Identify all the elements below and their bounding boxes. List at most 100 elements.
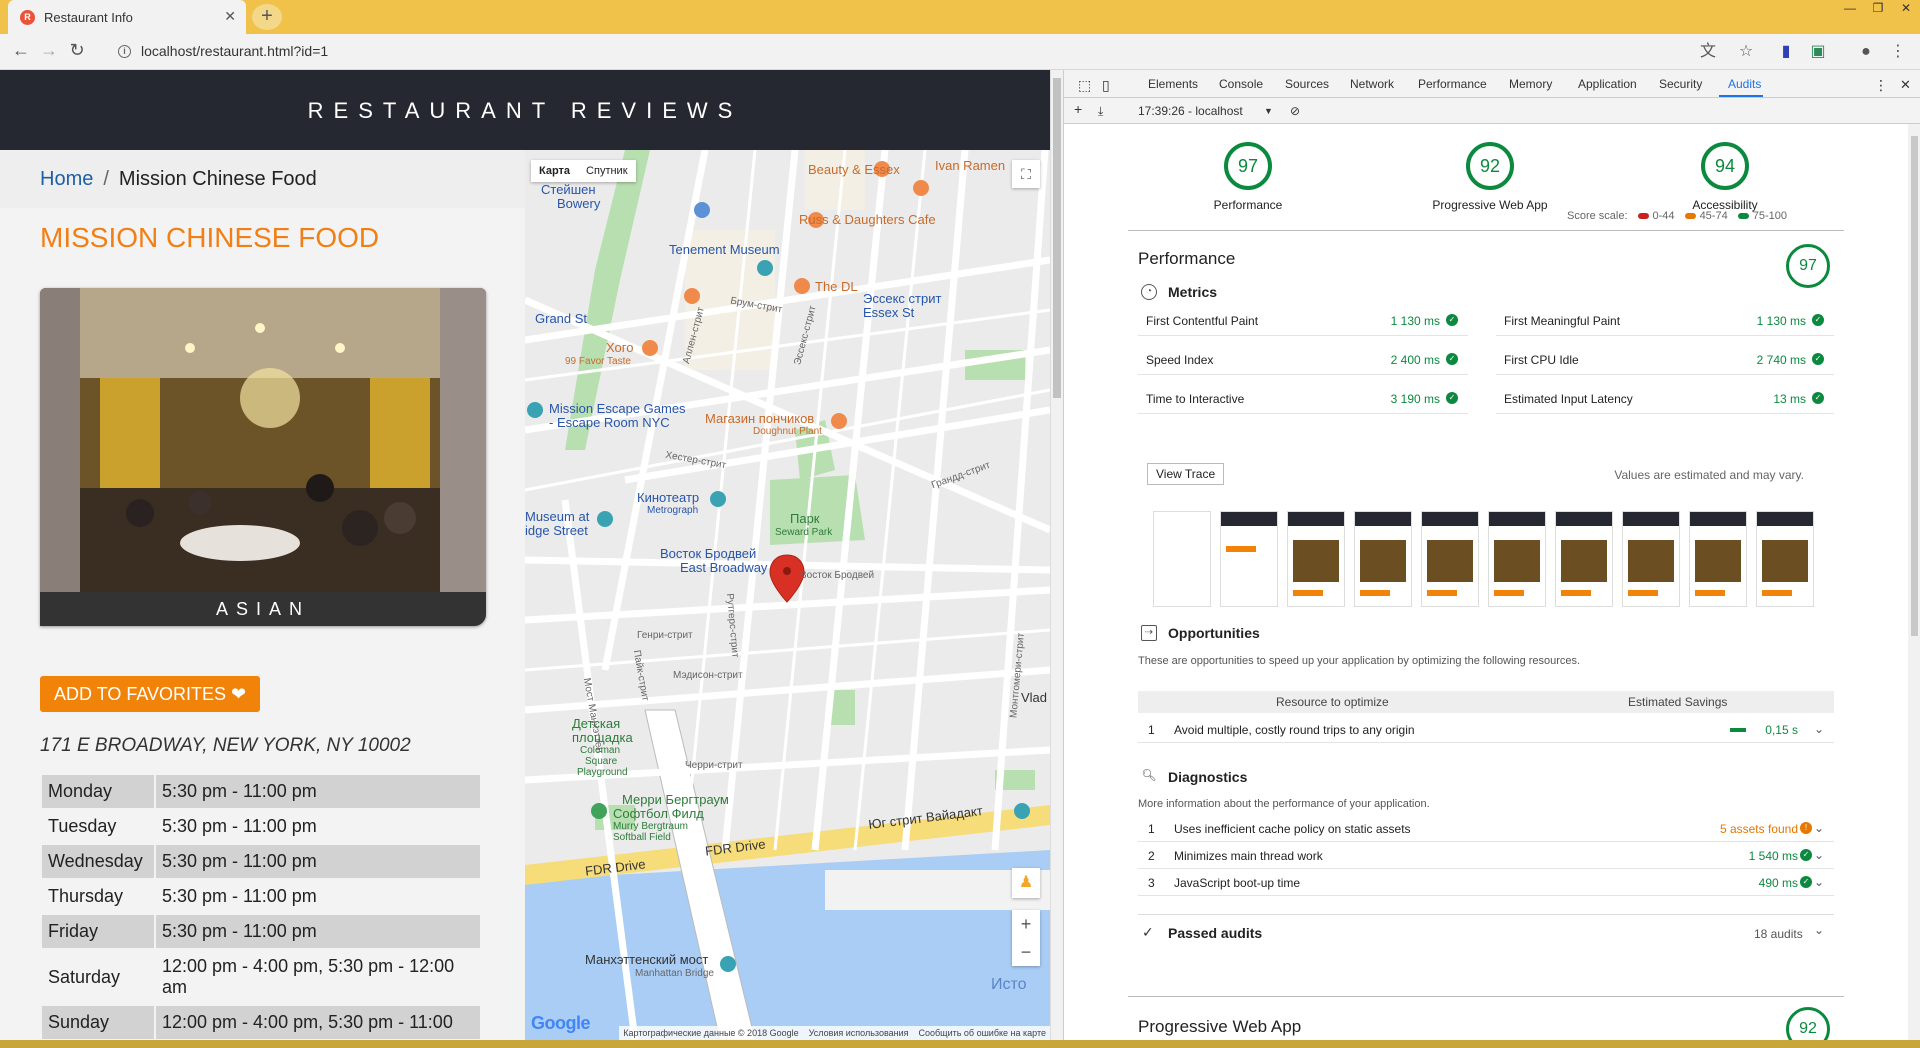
diagnostic-row[interactable]: 2 Minimizes main thread work 1 540 ms ✓ … [1138,843,1834,869]
report-selector[interactable]: 17:39:26 - localhost [1138,104,1243,118]
map-label: Vlad [1021,690,1048,705]
browser-tab[interactable]: R Restaurant Info ✕ [8,0,246,34]
expand-chevron-icon[interactable]: ⌄ [1814,821,1824,835]
site-info-icon[interactable]: i [118,45,131,58]
forward-arrow-icon[interactable]: → [38,40,60,61]
devtools-menu-kebab-icon[interactable]: ⋮ [1874,77,1888,94]
page-scrollbar[interactable] [1050,70,1063,1040]
close-tab-icon[interactable]: ✕ [224,8,236,25]
score-swatch-mid [1684,213,1696,220]
opportunity-row[interactable]: 1 Avoid multiple, costly round trips to … [1138,717,1834,743]
audits-toolbar: + ⤓ 17:39:26 - localhost ▼ ⊘ [1064,98,1920,124]
tab-console[interactable]: Console [1219,77,1263,91]
diagnostic-row[interactable]: 3 JavaScript boot-up time 490 ms ✓ ⌄ [1138,870,1834,896]
tab-elements[interactable]: Elements [1148,77,1198,91]
opportunities-table-header: Resource to optimize Estimated Savings [1138,691,1834,713]
passed-audits-count: 18 audits [1754,927,1803,941]
diagnostics-description: More information about the performance o… [1138,798,1430,810]
minimize-window-icon[interactable]: — [1836,0,1864,20]
pwa-score: 92 [1466,142,1514,190]
pwa-gauge[interactable]: 92 Progressive Web App [1425,142,1555,212]
score-scale-mid: 45-74 [1684,210,1728,222]
bookmark-star-icon[interactable]: ☆ [1736,42,1756,62]
score-range-high: 75-100 [1752,210,1787,222]
metric-name: First Contentful Paint [1146,314,1259,328]
zoom-in-button[interactable]: + [1012,910,1040,938]
map-label: Russ & Daughters Cafe [799,212,936,227]
fullscreen-icon[interactable]: ⛶ [1012,160,1040,188]
performance-gauge[interactable]: 97 Performance [1188,142,1308,212]
reload-icon[interactable]: ↻ [66,40,88,61]
tab-application[interactable]: Application [1578,77,1637,91]
gauge-label: Progressive Web App [1432,198,1548,212]
map-type-satellite-button[interactable]: Спутник [578,160,635,182]
expand-chevron-icon[interactable]: ⌄ [1814,875,1824,889]
opening-hours-table: Monday 5:30 pm - 11:00 pm Tuesday 5:30 pm … [40,773,482,1040]
hours-day: Monday [42,775,154,808]
tab-network[interactable]: Network [1350,77,1394,91]
hours-day: Thursday [42,880,154,913]
opportunity-text: Avoid multiple, costly round trips to an… [1174,723,1415,737]
street-view-pegman-icon[interactable]: ♟ [1012,868,1040,898]
hours-row: Tuesday 5:30 pm - 11:00 pm [42,810,480,843]
accessibility-gauge[interactable]: 94 Accessibility [1665,142,1785,212]
metric-name: Estimated Input Latency [1504,392,1633,406]
map-label: Museum at [525,509,590,524]
google-map[interactable]: Стейшен Bowery Beauty & Essex Ivan Ramen… [525,150,1050,1040]
close-devtools-icon[interactable]: ✕ [1900,77,1911,93]
close-window-icon[interactable]: ✕ [1892,0,1920,20]
map-terms-link[interactable]: Условия использования [809,1028,909,1038]
download-report-icon[interactable]: ⤓ [1098,104,1103,119]
hours-row: Monday 5:30 pm - 11:00 pm [42,775,480,808]
back-arrow-icon[interactable]: ← [10,40,32,61]
expand-chevron-icon[interactable]: ⌄ [1814,848,1824,862]
view-trace-button[interactable]: View Trace [1147,463,1225,485]
zoom-out-button[interactable]: − [1012,938,1040,966]
map-label: Кинотеатр [637,490,700,505]
map-label: Манхэттенский мост [585,952,709,967]
site-header: RESTAURANT REVIEWS [0,70,1050,150]
site-title[interactable]: RESTAURANT REVIEWS [0,98,1050,124]
passed-audits-title[interactable]: Passed audits [1168,925,1262,941]
clear-reports-icon[interactable]: ⊘ [1290,104,1300,118]
tab-memory[interactable]: Memory [1509,77,1552,91]
map-label: Софтбол Филд [613,806,704,821]
report-dropdown-chevron-icon[interactable]: ▼ [1264,106,1273,116]
map-label: Мерри Бергтраум [622,792,729,807]
profile-icon[interactable]: ● [1856,42,1876,62]
breadcrumb-separator: / [103,168,109,190]
devtools-scrollbar-thumb[interactable] [1911,136,1918,636]
metrics-title: Metrics [1168,284,1218,300]
restore-window-icon[interactable]: ❐ [1864,0,1892,20]
new-tab-button[interactable]: + [252,4,282,30]
tab-audits[interactable]: Audits [1728,77,1761,91]
page-scrollbar-thumb[interactable] [1053,78,1061,398]
map-report-error-link[interactable]: Сообщить об ошибке на карте [919,1028,1046,1038]
extension-icon[interactable]: ▣ [1808,42,1828,62]
device-toolbar-icon[interactable]: ▯ [1102,77,1110,94]
map-type-map-button[interactable]: Карта [531,160,578,182]
breadcrumb-home-link[interactable]: Home [40,168,93,190]
translate-icon[interactable]: 文 [1698,42,1718,62]
new-audit-icon[interactable]: + [1074,101,1082,117]
map-label: Grand St [535,311,588,326]
extension-icon[interactable]: ▮ [1776,42,1796,62]
menu-kebab-icon[interactable]: ⋮ [1888,42,1908,62]
inspect-element-icon[interactable]: ⬚ [1078,77,1091,94]
tab-performance[interactable]: Performance [1418,77,1487,91]
tab-sources[interactable]: Sources [1285,77,1329,91]
pass-check-icon: ✓ [1800,849,1812,861]
devtools-scrollbar[interactable] [1908,124,1920,1040]
tab-security[interactable]: Security [1659,77,1702,91]
diagnostic-row[interactable]: 1 Uses inefficient cache policy on stati… [1138,816,1834,842]
active-tab-indicator [1719,95,1763,97]
expand-chevron-icon[interactable]: ⌄ [1814,722,1824,736]
breadcrumb-current: Mission Chinese Food [118,168,317,190]
hours-time: 5:30 pm - 11:00 pm [156,810,480,843]
col-resource: Resource to optimize [1276,695,1389,709]
address-bar[interactable]: localhost/restaurant.html?id=1 [141,43,328,59]
filmstrip-frame [1220,511,1278,607]
add-to-favorites-button[interactable]: ADD TO FAVORITES ❤ [40,676,261,712]
expand-chevron-icon[interactable]: ⌄ [1814,923,1824,937]
diagnostic-text: JavaScript boot-up time [1174,876,1301,890]
